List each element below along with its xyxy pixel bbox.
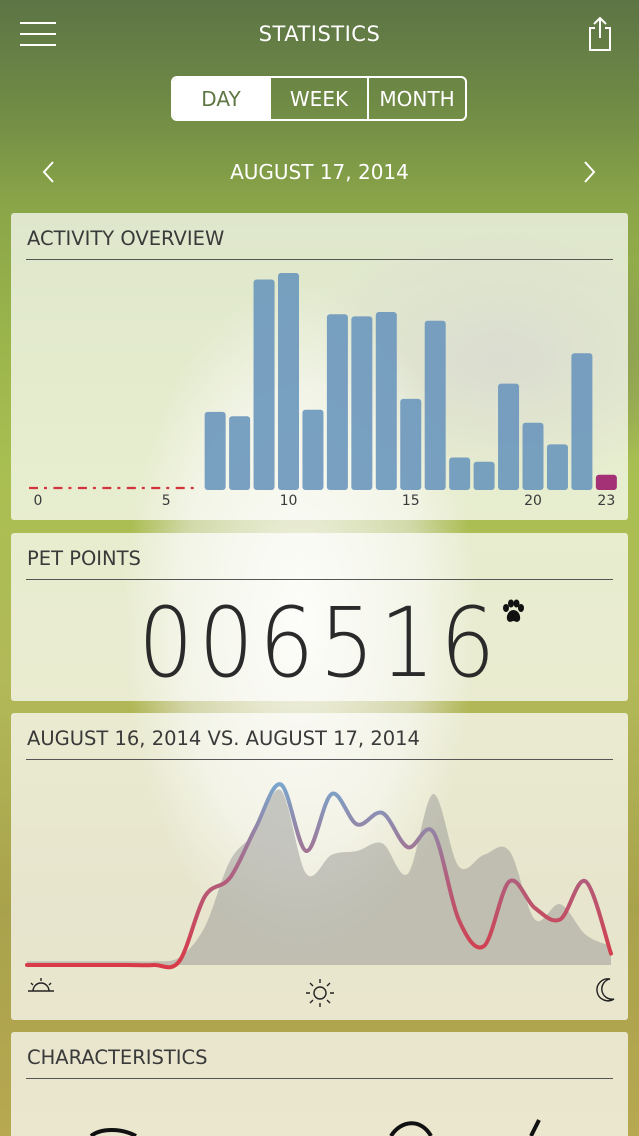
characteristics-card: CHARACTERISTICS [11, 1032, 628, 1136]
pet-points-card: PET POINTS 006516 [11, 533, 628, 701]
tab-day[interactable]: DAY [173, 78, 269, 119]
activity-bar [571, 353, 593, 490]
comparison-card: AUGUST 16, 2014 VS. AUGUST 17, 2014 [11, 713, 628, 1020]
chevron-right-icon[interactable] [580, 160, 598, 184]
activity-tick-label: 10 [280, 493, 298, 509]
activity-bar [449, 457, 471, 490]
tab-month[interactable]: MONTH [367, 78, 465, 119]
activity-bar [278, 273, 299, 490]
activity-tick-label: 15 [402, 493, 420, 509]
divider [26, 579, 613, 580]
characteristics-title: CHARACTERISTICS [27, 1046, 208, 1069]
page-title: STATISTICS [258, 22, 381, 46]
activity-bar [253, 279, 275, 490]
divider [26, 1078, 613, 1079]
activity-bar [424, 320, 446, 490]
sunrise-icon [28, 978, 54, 992]
activity-tick-label: 0 [34, 493, 43, 509]
characteristics-curve [89, 1119, 541, 1136]
current-date: AUGUST 17, 2014 [230, 160, 409, 184]
activity-bar [375, 312, 397, 490]
activity-bar [302, 409, 324, 490]
activity-bar [400, 398, 422, 490]
activity-bar [473, 461, 495, 490]
activity-bar [522, 422, 544, 490]
tab-week[interactable]: WEEK [269, 78, 367, 119]
activity-bar [498, 383, 520, 490]
sun-icon [306, 979, 334, 1007]
comparison-line-chart [25, 782, 613, 970]
top-bar: STATISTICS [0, 0, 639, 70]
activity-bar [229, 416, 251, 490]
paw-icon [503, 599, 524, 622]
range-segmented-control: DAY WEEK MONTH [171, 76, 467, 121]
activity-bar-chart: 0 5 10 15 20 23 [29, 273, 617, 509]
previous-day-area [27, 789, 611, 965]
activity-tick-label: 5 [162, 493, 171, 509]
date-navigation: AUGUST 17, 2014 [0, 150, 639, 194]
activity-bar [595, 474, 617, 490]
share-icon[interactable] [586, 16, 614, 52]
activity-overview-card: ACTIVITY OVERVIEW 0 5 10 15 20 23 [11, 213, 628, 520]
activity-tick-label: 23 [597, 493, 615, 509]
activity-bar [546, 444, 568, 490]
activity-bar [326, 314, 348, 490]
activity-tick-label: 20 [524, 493, 542, 509]
activity-bar [351, 316, 373, 490]
moon-icon [596, 978, 615, 1002]
activity-bar [204, 411, 226, 490]
pet-points-title: PET POINTS [27, 547, 141, 570]
